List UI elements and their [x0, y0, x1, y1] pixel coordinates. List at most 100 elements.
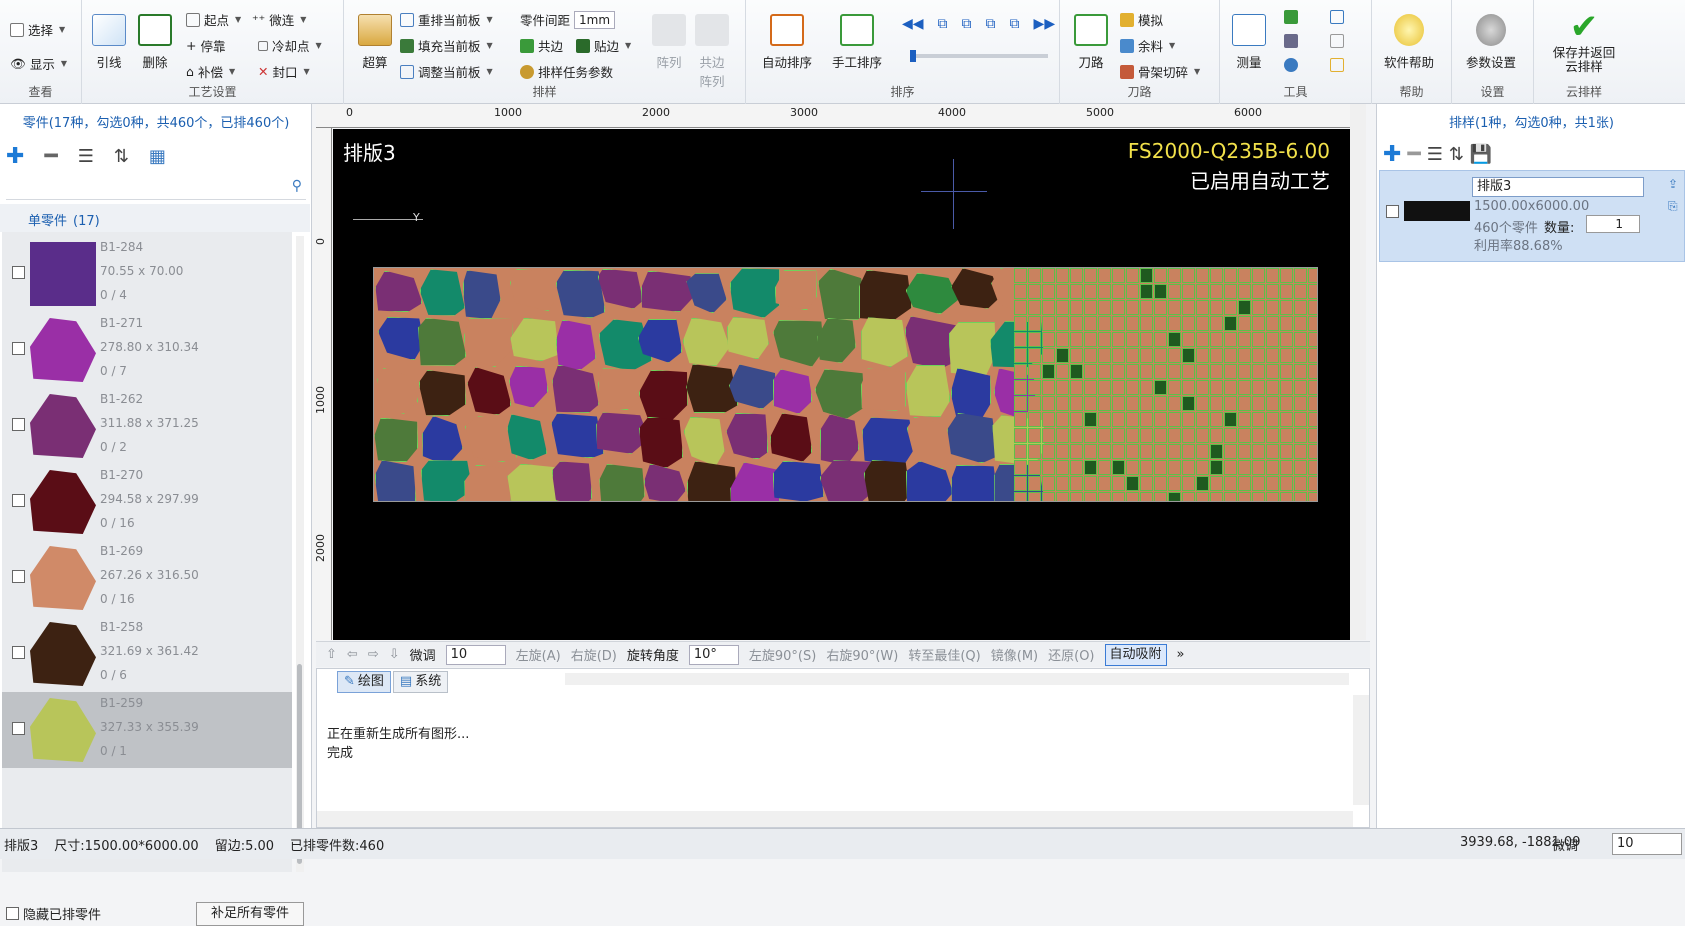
- small-nested-part[interactable]: [1014, 396, 1027, 411]
- small-nested-part[interactable]: [1308, 284, 1317, 299]
- small-nested-part[interactable]: [1196, 316, 1209, 331]
- nested-part[interactable]: [422, 415, 463, 466]
- small-nested-part[interactable]: [1238, 492, 1251, 501]
- small-nested-part[interactable]: [1168, 444, 1181, 459]
- small-nested-part[interactable]: [1280, 268, 1293, 283]
- small-nested-part[interactable]: [1042, 428, 1055, 443]
- small-nested-part[interactable]: [1182, 444, 1195, 459]
- small-nested-part[interactable]: [1042, 460, 1055, 475]
- small-nested-part[interactable]: [1042, 364, 1055, 379]
- small-nested-part[interactable]: [1168, 412, 1181, 427]
- small-nested-part[interactable]: [1112, 268, 1125, 283]
- sort-slider-handle[interactable]: [910, 50, 916, 62]
- small-nested-part[interactable]: [1168, 364, 1181, 379]
- array-button[interactable]: 阵列: [652, 14, 686, 71]
- part-row[interactable]: B1-284 70.55 x 70.00 0 / 4: [2, 236, 292, 312]
- small-nested-part[interactable]: [1182, 412, 1195, 427]
- nested-part[interactable]: [374, 417, 419, 463]
- small-nested-part[interactable]: [1280, 348, 1293, 363]
- small-nested-part[interactable]: [1140, 268, 1153, 283]
- small-nested-part[interactable]: [1294, 476, 1307, 491]
- small-nested-part[interactable]: [1056, 412, 1069, 427]
- small-nested-part[interactable]: [1056, 332, 1069, 347]
- small-nested-part[interactable]: [1280, 428, 1293, 443]
- nested-part[interactable]: [858, 269, 912, 321]
- sort-icon[interactable]: ⇅: [1449, 144, 1464, 165]
- compensation-button[interactable]: ⌂ 补偿 ▼: [186, 62, 235, 81]
- nested-part[interactable]: [507, 414, 547, 460]
- small-nested-part[interactable]: [1266, 492, 1279, 501]
- small-nested-part[interactable]: [1126, 444, 1139, 459]
- small-nested-part[interactable]: [1224, 492, 1237, 501]
- small-nested-part[interactable]: [1028, 284, 1041, 299]
- rotate-left-90-button[interactable]: 左旋90°(S): [749, 645, 816, 664]
- small-nested-part[interactable]: [1182, 332, 1195, 347]
- small-nested-part[interactable]: [1154, 348, 1167, 363]
- nested-part[interactable]: [686, 461, 738, 501]
- sheet-checkbox[interactable]: [1386, 205, 1399, 218]
- small-nested-part[interactable]: [1056, 380, 1069, 395]
- nested-part[interactable]: [686, 273, 727, 314]
- small-nested-part[interactable]: [1028, 268, 1041, 283]
- small-nested-part[interactable]: [1140, 476, 1153, 491]
- nested-part[interactable]: [819, 460, 873, 501]
- nested-part[interactable]: [377, 368, 419, 414]
- small-nested-part[interactable]: [1294, 460, 1307, 475]
- small-nested-part[interactable]: [1280, 476, 1293, 491]
- manual-sort-button[interactable]: 手工排序: [832, 14, 882, 71]
- small-nested-part[interactable]: [1070, 460, 1083, 475]
- small-nested-part[interactable]: [1014, 284, 1027, 299]
- nested-part[interactable]: [814, 369, 865, 419]
- nested-part[interactable]: [643, 463, 686, 501]
- nested-part[interactable]: [555, 319, 596, 370]
- nested-part[interactable]: [817, 318, 856, 363]
- small-nested-part[interactable]: [1182, 380, 1195, 395]
- nested-part[interactable]: [378, 316, 424, 361]
- small-nested-part[interactable]: [1266, 268, 1279, 283]
- small-nested-part[interactable]: [1028, 364, 1041, 379]
- small-nested-part[interactable]: [1168, 492, 1181, 501]
- small-nested-part[interactable]: [1224, 380, 1237, 395]
- small-nested-part[interactable]: [1098, 348, 1111, 363]
- nested-part[interactable]: [730, 462, 781, 501]
- small-nested-part[interactable]: [1210, 284, 1223, 299]
- small-nested-part[interactable]: [1266, 284, 1279, 299]
- small-nested-part[interactable]: [1238, 268, 1251, 283]
- auto-snap-toggle[interactable]: 自动吸附: [1104, 643, 1167, 666]
- nested-part[interactable]: [638, 369, 688, 421]
- nested-part[interactable]: [510, 317, 559, 362]
- small-nested-part[interactable]: [1196, 476, 1209, 491]
- small-nested-part[interactable]: [1182, 348, 1195, 363]
- small-nested-part[interactable]: [1140, 412, 1153, 427]
- small-nested-part[interactable]: [1266, 444, 1279, 459]
- small-nested-part[interactable]: [1070, 316, 1083, 331]
- small-nested-part[interactable]: [1224, 428, 1237, 443]
- small-nested-part[interactable]: [1070, 300, 1083, 315]
- small-nested-part[interactable]: [1098, 492, 1111, 501]
- small-nested-part[interactable]: [1154, 444, 1167, 459]
- small-nested-part[interactable]: [1070, 428, 1083, 443]
- micro-joint-button[interactable]: ⁺⁺ 微连 ▼: [252, 10, 306, 29]
- rotation-angle-select[interactable]: 10°: [688, 644, 739, 665]
- small-nested-part[interactable]: [1196, 460, 1209, 475]
- small-nested-part[interactable]: [1224, 364, 1237, 379]
- small-nested-part[interactable]: [1308, 348, 1317, 363]
- small-nested-part[interactable]: [1266, 476, 1279, 491]
- log-horizontal-scrollbar[interactable]: [317, 811, 1353, 827]
- small-nested-part[interactable]: [1126, 460, 1139, 475]
- nested-part[interactable]: [507, 463, 558, 501]
- small-nested-part[interactable]: [1168, 300, 1181, 315]
- rotate-left-button[interactable]: 左旋(A): [516, 645, 561, 664]
- small-nested-part[interactable]: [1210, 428, 1223, 443]
- small-nested-part[interactable]: [1084, 332, 1097, 347]
- small-nested-part[interactable]: [1266, 332, 1279, 347]
- nested-part[interactable]: [639, 416, 684, 468]
- small-nested-part[interactable]: [1294, 428, 1307, 443]
- small-nested-part[interactable]: [1196, 444, 1209, 459]
- nested-part[interactable]: [551, 413, 604, 459]
- nested-part[interactable]: [462, 270, 501, 320]
- small-nested-part[interactable]: [1280, 284, 1293, 299]
- attach-edge-button[interactable]: 贴边 ▼: [576, 36, 631, 55]
- small-nested-part[interactable]: [1224, 396, 1237, 411]
- small-nested-part[interactable]: [1280, 300, 1293, 315]
